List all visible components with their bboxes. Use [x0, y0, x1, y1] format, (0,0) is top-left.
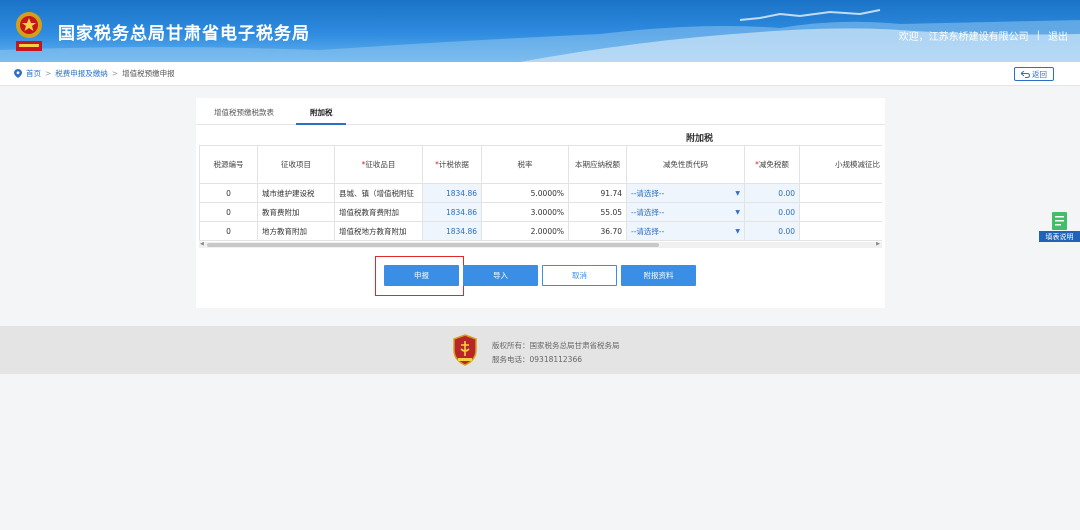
back-label: 返回 — [1032, 69, 1047, 79]
cell-relief-amount[interactable]: 0.00 — [744, 221, 800, 241]
fill-guide-label: 填表说明 — [1039, 231, 1080, 242]
declaration-panel: 增值税预缴税款表 附加税 附加税 税源编号 征收项目 *征收品目 *计税依据 税… — [196, 98, 885, 308]
back-arrow-icon — [1021, 70, 1030, 78]
relief-code-select[interactable]: --请选择-- ▼ — [626, 183, 745, 203]
table-row: 0 城市维护建设税 县城、镇（增值税附征 1834.86 5.0000% 91.… — [199, 183, 882, 203]
col-header: 减免性质代码 — [626, 145, 745, 184]
cell-small-scale — [799, 221, 882, 241]
location-pin-icon — [14, 69, 22, 78]
col-header-text: 减免税额 — [758, 160, 789, 169]
cell-source-no: 0 — [199, 202, 258, 222]
col-header: *计税依据 — [422, 145, 482, 184]
cell-payable: 91.74 — [568, 183, 627, 203]
cell-source-no: 0 — [199, 183, 258, 203]
document-icon — [1052, 212, 1067, 230]
col-header: *减免税额 — [744, 145, 800, 184]
cell-relief-amount[interactable]: 0.00 — [744, 183, 800, 203]
breadcrumb-bar: 首页 > 税费申报及缴纳 > 增值税预缴申报 返回 — [0, 62, 1080, 86]
cell-basis-input[interactable]: 1834.86 — [422, 221, 482, 241]
table-row: 0 地方教育附加 增值税地方教育附加 1834.86 2.0000% 36.70… — [199, 221, 882, 241]
tab-vat-prepay[interactable]: 增值税预缴税款表 — [214, 107, 274, 118]
dropdown-arrow-icon: ▼ — [735, 189, 740, 197]
col-header: 税率 — [481, 145, 569, 184]
footer: 版权所有：国家税务总局甘肃省税务局 服务电话：09318112366 — [0, 326, 1080, 374]
cell-payable: 36.70 — [568, 221, 627, 241]
attach-docs-button[interactable]: 附报资料 — [621, 265, 696, 286]
relief-code-select[interactable]: --请选择-- ▼ — [626, 202, 745, 222]
select-value: --请选择-- — [631, 188, 665, 198]
cell-sub-item: 增值税教育费附加 — [334, 202, 423, 222]
scroll-right-icon[interactable]: ▶ — [876, 241, 880, 247]
col-header: 小规模减征比 — [799, 145, 882, 184]
cell-basis-input[interactable]: 1834.86 — [422, 202, 482, 222]
user-area: 欢迎，江苏东桥建设有限公司 | 退出 — [899, 28, 1068, 43]
cell-sub-item: 县城、镇（增值税附征 — [334, 183, 423, 203]
breadcrumb-current: 增值税预缴申报 — [122, 69, 175, 78]
col-header: 本期应纳税额 — [568, 145, 627, 184]
cell-rate: 2.0000% — [481, 221, 569, 241]
welcome-text: 欢迎，江苏东桥建设有限公司 — [898, 32, 1029, 43]
cell-item: 地方教育附加 — [257, 221, 335, 241]
col-header-text: 计税依据 — [438, 160, 469, 169]
top-banner: 国家税务总局甘肃省电子税务局 欢迎，江苏东桥建设有限公司 | 退出 — [0, 0, 1080, 62]
cell-sub-item: 增值税地方教育附加 — [334, 221, 423, 241]
active-tab-indicator — [296, 123, 346, 125]
import-button[interactable]: 导入 — [463, 265, 538, 286]
submit-button[interactable]: 申报 — [384, 265, 459, 286]
table-group-title: 附加税 — [686, 134, 714, 144]
fill-guide-float[interactable]: 填表说明 — [1039, 211, 1080, 242]
cell-rate: 5.0000% — [481, 183, 569, 203]
dropdown-arrow-icon: ▼ — [735, 227, 740, 235]
service-phone-text: 服务电话：09318112366 — [492, 355, 582, 364]
logout-link[interactable]: 退出 — [1048, 28, 1068, 43]
col-header-text: 征收品目 — [365, 160, 396, 169]
cell-small-scale — [799, 202, 882, 222]
select-value: --请选择-- — [631, 207, 665, 217]
cell-rate: 3.0000% — [481, 202, 569, 222]
breadcrumb-arrow-icon: > — [111, 69, 119, 78]
table-header-row: 税源编号 征收项目 *征收品目 *计税依据 税率 本期应纳税额 减免性质代码 *… — [199, 145, 882, 184]
scroll-left-icon[interactable]: ◀ — [200, 241, 204, 247]
tax-shield-icon — [453, 334, 477, 366]
cell-basis-input[interactable]: 1834.86 — [422, 183, 482, 203]
breadcrumb-home[interactable]: 首页 — [26, 68, 41, 79]
surtax-table-wrapper: 税源编号 征收项目 *征收品目 *计税依据 税率 本期应纳税额 减免性质代码 *… — [199, 145, 882, 242]
breadcrumb-level1[interactable]: 税费申报及缴纳 — [55, 68, 108, 79]
site-title: 国家税务总局甘肃省电子税务局 — [58, 24, 310, 44]
copyright-text: 版权所有：国家税务总局甘肃省税务局 — [492, 341, 620, 350]
tab-surtax[interactable]: 附加税 — [310, 107, 333, 118]
tax-emblem-icon — [16, 12, 42, 51]
cell-source-no: 0 — [199, 221, 258, 241]
cell-item: 教育费附加 — [257, 202, 335, 222]
relief-code-select[interactable]: --请选择-- ▼ — [626, 221, 745, 241]
select-value: --请选择-- — [631, 226, 665, 236]
horizontal-scrollbar[interactable]: ◀ ▶ — [199, 241, 882, 248]
footer-text: 版权所有：国家税务总局甘肃省税务局 服务电话：09318112366 — [492, 339, 620, 367]
dropdown-arrow-icon: ▼ — [735, 208, 740, 216]
table-row: 0 教育费附加 增值税教育费附加 1834.86 3.0000% 55.05 -… — [199, 202, 882, 222]
surtax-table: 税源编号 征收项目 *征收品目 *计税依据 税率 本期应纳税额 减免性质代码 *… — [199, 145, 882, 241]
scrollbar-thumb[interactable] — [207, 243, 659, 247]
cell-item: 城市维护建设税 — [257, 183, 335, 203]
cell-payable: 55.05 — [568, 202, 627, 222]
header-separator: | — [1036, 30, 1040, 41]
col-header: 税源编号 — [199, 145, 258, 184]
cancel-button[interactable]: 取消 — [542, 265, 617, 286]
breadcrumb-arrow-icon: > — [45, 69, 52, 78]
col-header: 征收项目 — [257, 145, 335, 184]
cell-small-scale — [799, 183, 882, 203]
tab-bar: 增值税预缴税款表 附加税 — [196, 98, 885, 125]
col-header: *征收品目 — [334, 145, 423, 184]
cell-relief-amount[interactable]: 0.00 — [744, 202, 800, 222]
breadcrumb: 首页 > 税费申报及缴纳 > 增值税预缴申报 — [14, 68, 175, 79]
back-button[interactable]: 返回 — [1014, 67, 1054, 81]
